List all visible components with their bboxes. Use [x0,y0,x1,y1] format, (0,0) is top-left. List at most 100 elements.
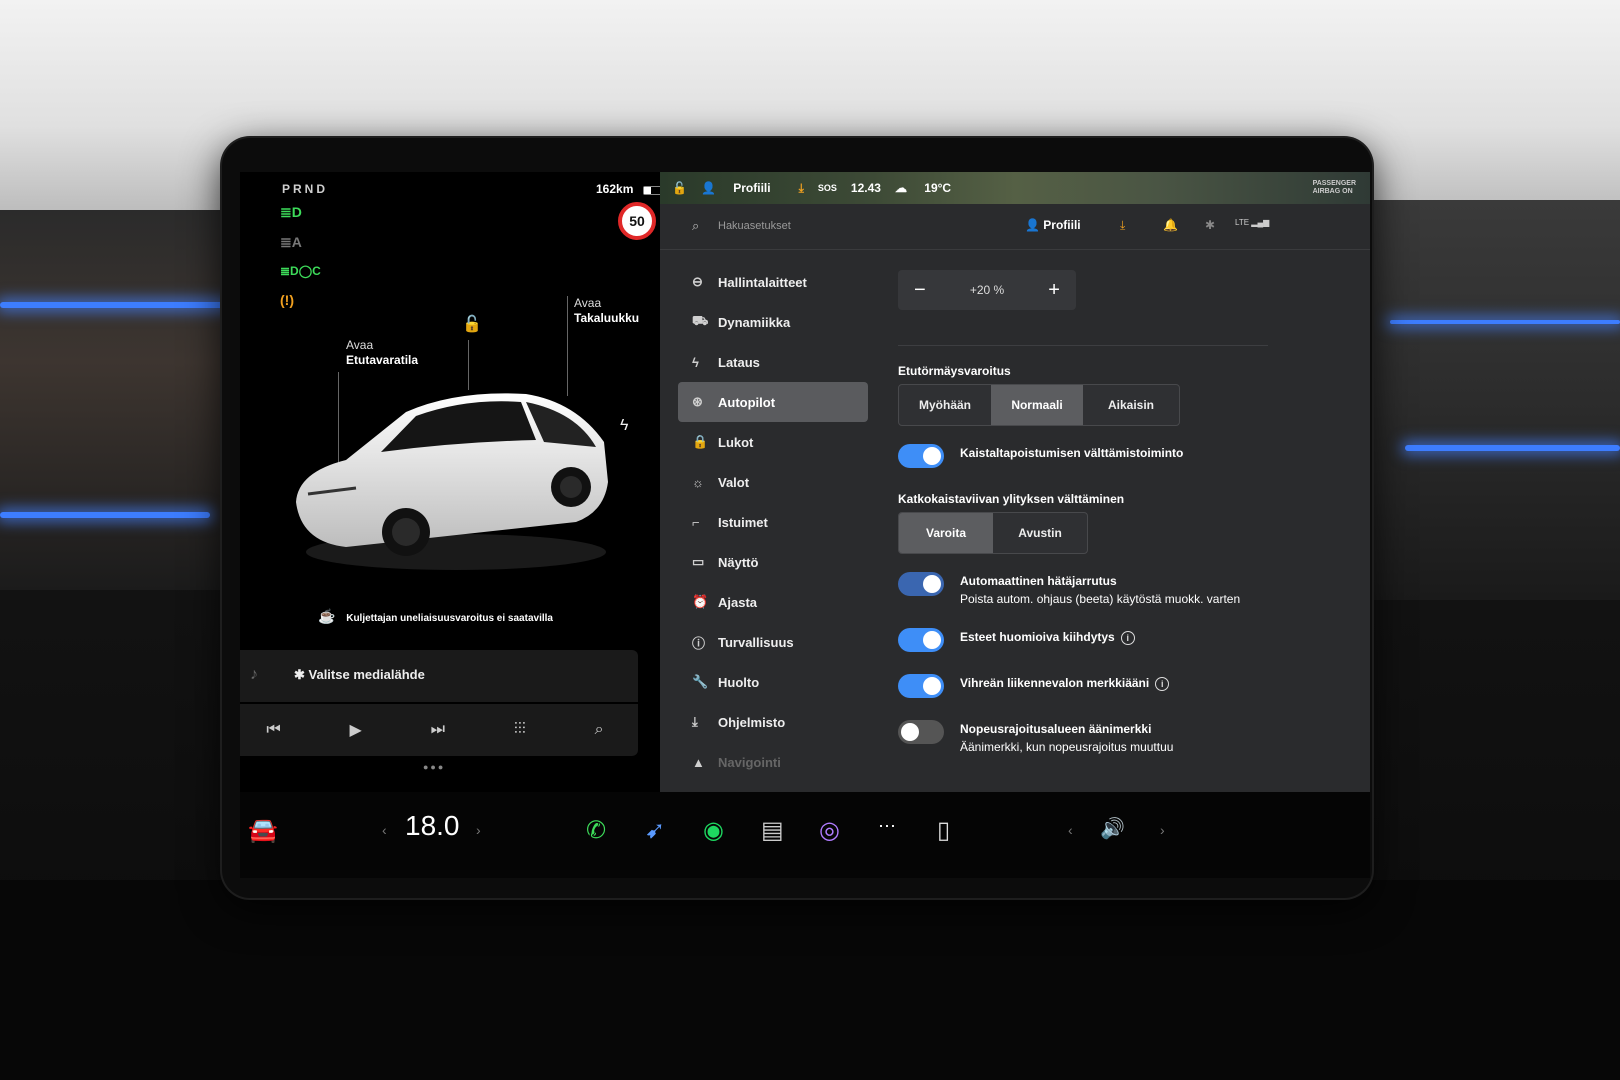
sidebar-item-label: Navigointi [718,754,781,770]
profile-status[interactable]: 👤 Profiili [701,181,785,195]
dashboard-bottom [0,880,1620,1080]
car-icon[interactable]: 🚘 [248,816,278,845]
media-source-label[interactable]: ✱ Valitse medialähde [294,667,425,683]
sidebar-item-lataus[interactable]: ϟ Lataus [678,342,868,382]
volume-icon[interactable]: 🔊 [1100,816,1125,841]
frunk-callout[interactable]: Avaa Etutavaratila [346,338,418,368]
navigation-icon[interactable]: ➹ [645,816,665,845]
sidebar-item-navigointi[interactable]: ▲ Navigointi [678,742,868,782]
dashboard-right [1370,200,1620,600]
solid-line-option[interactable]: Varoita [899,513,993,553]
person-icon: 👤 [700,181,720,195]
page-indicator: ●●● [423,762,446,772]
search-icon[interactable]: ⌕ [595,721,604,739]
sidebar-item-ajasta[interactable]: ⏰ Ajasta [678,582,868,622]
sidebar-item-lukot[interactable]: 🔒 Lukot [678,422,868,462]
more-apps-icon[interactable]: ⋯ [878,816,896,837]
sidebar-item-valot[interactable]: ☼ Valot [678,462,868,502]
lock-status-icon[interactable]: 🔓 [672,181,687,195]
passenger-airbag-status: PASSENGER AIRBAG ON [1313,180,1356,196]
lane-departure-row: Kaistaltapoistumisen välttämistoiminto [898,444,1183,468]
touchscreen: PRND ≣D ≣A ≣D◯C (!) 162km 50 Avaa Etutav… [240,172,1370,878]
unlock-icon[interactable]: 🔓 [462,314,482,334]
warning-icon: ⓘ [692,635,706,651]
fcw-option[interactable]: Normaali [991,385,1083,425]
trunk-callout[interactable]: Avaa Takaluukku [574,296,639,326]
sidebar-item-turvallisuus[interactable]: ⓘ Turvallisuus [678,622,868,662]
play-icon[interactable]: ▶ [350,720,362,740]
sidebar-item-label: Dynamiikka [718,314,791,330]
divider [898,345,1268,346]
sidebar-item-autopilot[interactable]: ⊛ Autopilot [678,382,868,422]
phone-icon[interactable]: ✆ [586,816,606,845]
sidebar-item-label: Valot [718,474,750,490]
speed-zone-toggle[interactable] [898,720,944,744]
coffee-cup-icon: ☕ [318,608,336,624]
spotify-icon[interactable]: ◉ [703,816,724,845]
profile-button[interactable]: 👤 Profiili [1025,218,1081,232]
increase-button[interactable]: + [1048,279,1060,302]
sidebar-item-hallintalaitteet[interactable]: ⊖ Hallintalaitteet [678,262,868,302]
lane-departure-toggle[interactable] [898,444,944,468]
sidebar-item-label: Autopilot [718,394,776,410]
previous-track-icon[interactable]: ⏮ [266,721,280,739]
frunk-action: Avaa [346,338,374,352]
green-light-toggle[interactable] [898,674,944,698]
volume-down-icon[interactable]: ‹ [1068,822,1073,838]
cloud-icon: ☁ [894,181,911,195]
lock-icon: 🔒 [692,434,709,449]
cabin-temperature[interactable]: 18.0 [405,810,460,842]
sidebar-item-istuimet[interactable]: ⌐ Istuimet [678,502,868,542]
sidebar-item-dynamiikka[interactable]: ⛟ Dynamiikka [678,302,868,342]
download-icon[interactable]: ⤓ [1120,218,1125,233]
charge-port-icon[interactable]: ϟ [620,417,628,435]
parking-light-icon: ≣D◯C [280,264,321,278]
sidebar-item-ohjelmisto[interactable]: ⤓ Ohjelmisto [678,702,868,742]
sidebar-item-näyttö[interactable]: ▭ Näyttö [678,542,868,582]
sidebar-item-label: Turvallisuus [718,634,794,650]
airbag-line1: PASSENGER [1312,180,1356,187]
sos-indicator[interactable]: SOS [818,183,837,193]
solid-line-label: Katkokaistaviivan ylityksen välttäminen [898,492,1125,506]
decrease-button[interactable]: − [914,279,926,302]
clock: 12.43 [850,181,881,195]
info-icon[interactable]: i [1120,631,1135,645]
settings-header: ⌕ 👤 Profiili ⤓ 🔔 ✱ LTE ▂▄▆ [660,204,1370,250]
download-status-icon[interactable]: ⤓ [799,181,804,196]
owners-manual-icon[interactable]: ▯ [937,816,950,845]
equalizer-icon[interactable]: ⫶⫶⫶ [514,721,526,739]
obstacle-accel-toggle[interactable] [898,628,944,652]
sidebar-item-label: Hallintalaitteet [718,274,807,290]
cabin-temperature-value: 18.0 [405,810,460,841]
ambient-light [1390,320,1620,324]
info-icon[interactable]: i [1155,677,1170,691]
sidebar-item-label: Lataus [718,354,760,370]
bell-icon[interactable]: 🔔 [1163,218,1178,232]
aeb-row: Automaattinen hätäjarrutus Poista autom.… [898,572,1240,608]
aeb-toggle[interactable] [898,572,944,596]
gear-indicator: PRND [282,182,329,196]
sidebar-item-label: Istuimet [718,514,768,530]
speed-zone-sublabel: Äänimerkki, kun nopeusrajoitus muuttuu [960,740,1174,754]
steering-wheel-icon: ⊛ [692,394,703,409]
ambient-light [0,512,210,518]
settings-panel: 🔓 👤 Profiili ⤓ SOS 12.43 ☁ 19°C PASSENGE… [660,172,1370,792]
calendar-icon[interactable]: ▤ [761,816,784,845]
auto-highbeam-icon: ≣A [280,234,302,250]
bluetooth-icon[interactable]: ✱ [1205,218,1215,232]
settings-search-input[interactable] [718,216,978,236]
dock-bar: 🚘 ‹ 18.0 › ✆ ➹ ◉ ▤ ◎ ⋯ ▯ ‹ 🔊 › [240,792,1370,878]
fcw-option[interactable]: Myöhään [899,385,991,425]
car-model-image [296,393,608,570]
sidebar-item-huolto[interactable]: 🔧 Huolto [678,662,868,702]
media-source-bar[interactable]: ♪ ✱ Valitse medialähde [240,650,638,702]
fcw-option[interactable]: Aikaisin [1083,385,1179,425]
solid-line-option[interactable]: Avustin [993,513,1087,553]
temp-up-icon[interactable]: › [476,822,481,838]
next-track-icon[interactable]: ⏭ [431,721,445,739]
lane-departure-label: Kaistaltapoistumisen välttämistoiminto [960,446,1184,460]
volume-up-icon[interactable]: › [1160,822,1165,838]
green-light-label: Vihreän liikennevalon merkkiääni [960,676,1150,690]
temp-down-icon[interactable]: ‹ [382,822,387,838]
camera-icon[interactable]: ◎ [819,816,840,845]
